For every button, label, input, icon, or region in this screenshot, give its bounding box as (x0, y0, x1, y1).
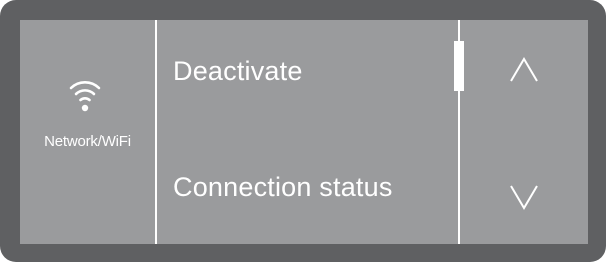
chevron-up-icon (510, 57, 538, 82)
scroll-down-button[interactable] (460, 132, 588, 244)
menu-item-deactivate[interactable]: Deactivate (173, 56, 303, 87)
scroll-up-button[interactable] (460, 20, 588, 132)
display-screen: Network/WiFi Deactivate Connection statu… (20, 20, 588, 244)
chevron-down-icon (510, 185, 538, 210)
wifi-icon (69, 81, 101, 112)
menu-list: Deactivate Connection status (157, 20, 458, 244)
menu-item-connection-status[interactable]: Connection status (173, 172, 393, 203)
display-bezel: Network/WiFi Deactivate Connection statu… (0, 0, 606, 262)
network-wifi-label: Network/WiFi (44, 133, 131, 150)
network-wifi-panel: Network/WiFi (20, 20, 155, 244)
